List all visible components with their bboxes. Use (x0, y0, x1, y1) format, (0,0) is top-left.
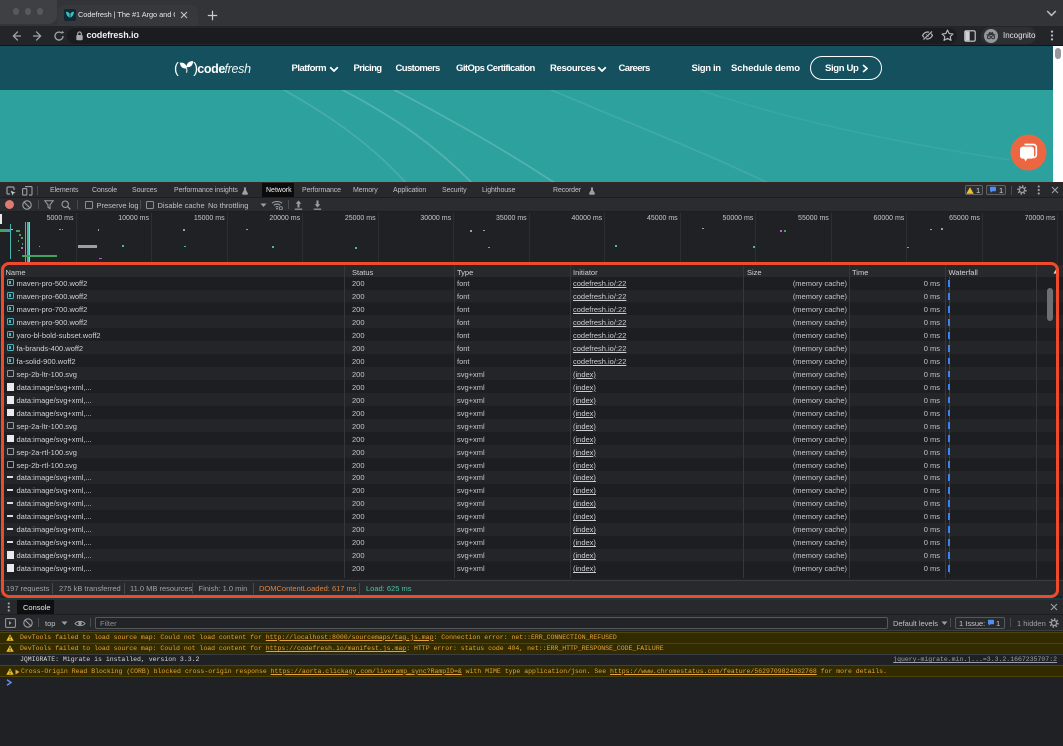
svg-text:code: code (197, 62, 225, 76)
svg-text:(: ( (174, 61, 179, 77)
svg-text:fresh: fresh (225, 62, 252, 76)
